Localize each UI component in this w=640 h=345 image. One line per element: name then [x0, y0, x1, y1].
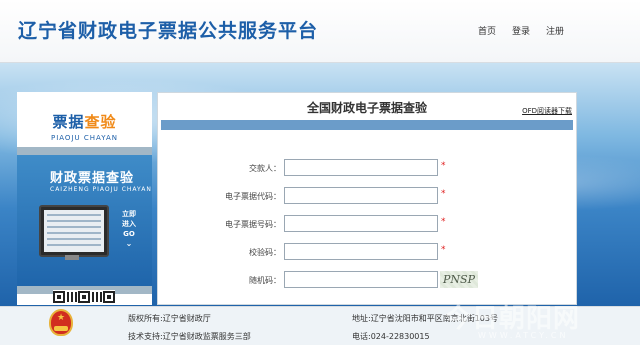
nav-login-link[interactable]: 登录 — [512, 24, 530, 37]
required-mark: * — [441, 217, 446, 227]
go-line2: 进入 — [122, 220, 136, 228]
invoice-code-row: 电子票据代码： * — [158, 187, 576, 205]
enter-now-button[interactable]: 立即 进入 GO ⌄ — [118, 209, 140, 249]
payer-row: 交款人： * — [158, 159, 576, 177]
required-mark: * — [441, 189, 446, 199]
chevron-down-icon: ⌄ — [125, 239, 133, 248]
promo-header: 票据查验 PIAOJU CHAYAN — [17, 92, 152, 147]
header: 辽宁省财政电子票据公共服务平台 首页 登录 注册 — [0, 0, 640, 63]
required-mark: * — [441, 245, 446, 255]
footer-copyright: 版权所有:辽宁省财政厅 — [128, 314, 211, 323]
top-nav: 首页 登录 注册 — [478, 24, 564, 37]
promo-title: 票据查验 — [17, 92, 152, 132]
form-header-bar — [161, 120, 573, 130]
monitor-stand-icon — [65, 255, 79, 260]
captcha-image[interactable]: PNSP — [440, 271, 478, 288]
promo-pinyin: PIAOJU CHAYAN — [50, 134, 119, 142]
nav-register-link[interactable]: 注册 — [546, 24, 564, 37]
promo-panel: 票据查验 PIAOJU CHAYAN 财政票据查验 CAIZHENG PIAOJ… — [17, 92, 152, 305]
payer-label: 交款人： — [249, 164, 281, 173]
go-line1: 立即 — [122, 210, 136, 218]
promo-banner[interactable]: 财政票据查验 CAIZHENG PIAOJU CHAYAN 立即 进入 GO ⌄ — [17, 155, 152, 286]
qr-code-icon — [53, 290, 115, 304]
promo-title-part2: 查验 — [84, 113, 117, 131]
watermark-text: 今日朝阳网 — [445, 304, 581, 334]
check-code-label: 校验码： — [249, 248, 281, 257]
payer-input[interactable] — [284, 159, 438, 176]
watermark-url: WWW.ATCY.CN — [478, 331, 569, 340]
footer-phone: 电话:024-22830015 — [352, 332, 430, 341]
invoice-code-label: 电子票据代码： — [225, 192, 281, 201]
national-emblem-icon — [49, 309, 73, 336]
promo-title-part1: 票据 — [52, 113, 85, 131]
required-mark: * — [441, 161, 446, 171]
random-code-label: 随机码： — [249, 276, 281, 285]
go-line3: GO — [123, 230, 135, 238]
nav-home-link[interactable]: 首页 — [478, 24, 496, 37]
promo-divider — [17, 147, 152, 155]
query-form-panel: 全国财政电子票据查验 OFD阅读器下载 交款人： * 电子票据代码： * 电子票… — [157, 92, 577, 305]
ofd-reader-download-link[interactable]: OFD阅读器下载 — [522, 106, 572, 116]
invoice-number-row: 电子票据号码： * — [158, 215, 576, 233]
check-code-row: 校验码： * — [158, 243, 576, 261]
invoice-number-label: 电子票据号码： — [225, 220, 281, 229]
invoice-number-input[interactable] — [284, 215, 438, 232]
random-code-input[interactable] — [284, 271, 438, 288]
monitor-icon — [39, 205, 109, 257]
banner-title: 财政票据查验 — [50, 171, 135, 186]
check-code-input[interactable] — [284, 243, 438, 260]
site-title: 辽宁省财政电子票据公共服务平台 — [18, 20, 319, 42]
footer-support: 技术支持:辽宁省财政监票服务三部 — [128, 332, 251, 341]
random-code-row: 随机码： PNSP — [158, 271, 576, 289]
banner-pinyin: CAIZHENG PIAOJU CHAYAN — [50, 186, 152, 193]
form-title: 全国财政电子票据查验 — [306, 101, 427, 115]
invoice-code-input[interactable] — [284, 187, 438, 204]
